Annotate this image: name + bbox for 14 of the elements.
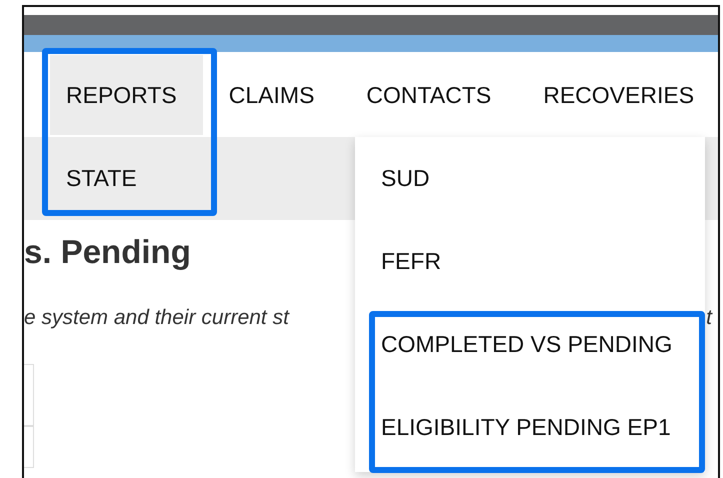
nav-tab[interactable]: CONTACTS [340,55,518,135]
dropdown-item[interactable]: FEFR [355,220,705,303]
page-description: e system and their current st [24,306,289,330]
dropdown-item[interactable]: ELIGIBILITY PENDING EP1 [355,386,705,469]
nav-tab[interactable]: REPORTS [50,55,203,135]
dropdown-item[interactable]: SUD [355,137,705,220]
description-fragment: t [706,306,712,330]
nav-tab[interactable]: RECOVERIES [517,55,718,135]
nav-tab[interactable]: CLAIMS [202,55,340,135]
table-cell [24,426,34,468]
dropdown-item[interactable]: COMPLETED VS PENDING [355,303,705,386]
page-heading: s. Pending [24,232,191,272]
submenu-item[interactable]: STATE [50,137,153,220]
table-cell [24,364,34,426]
